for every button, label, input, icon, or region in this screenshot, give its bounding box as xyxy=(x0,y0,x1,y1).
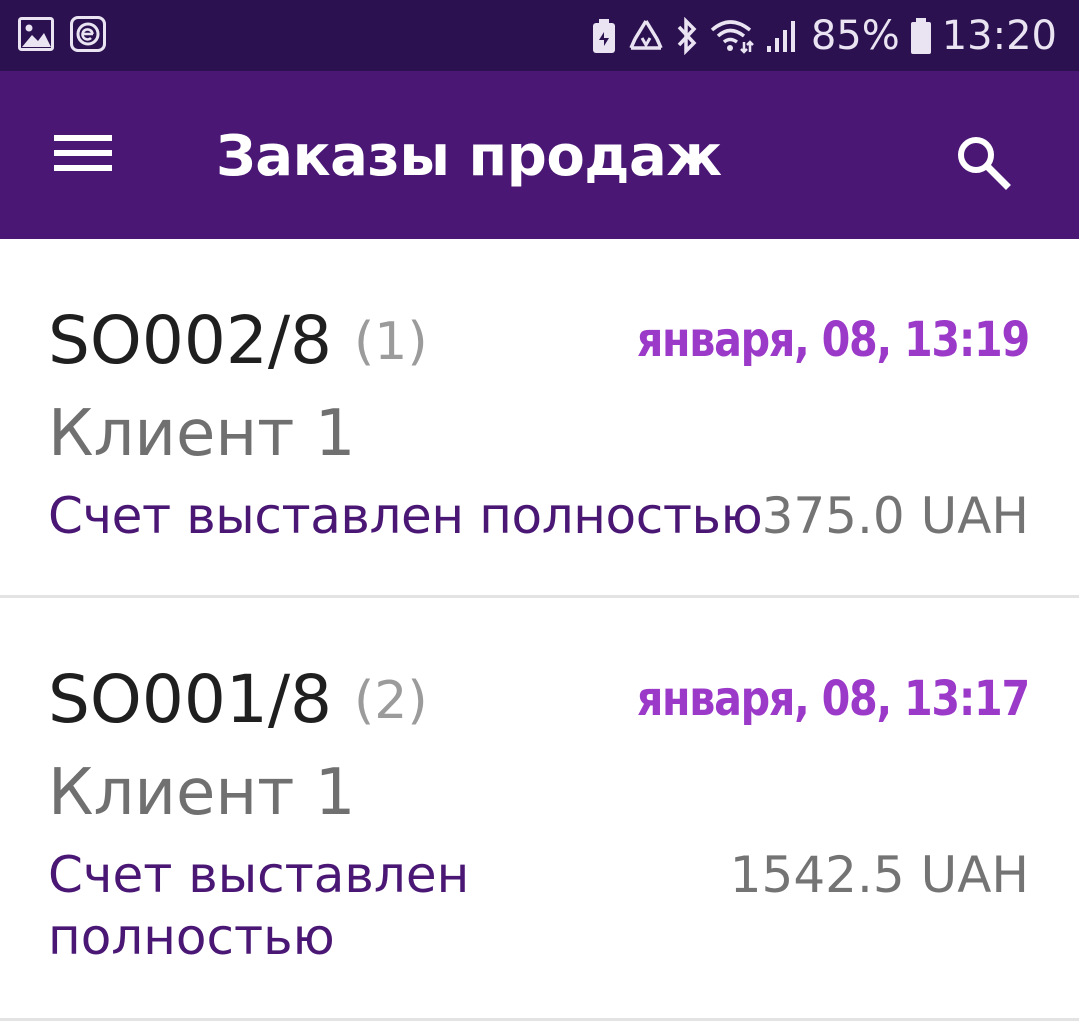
battery-icon xyxy=(910,17,932,55)
status-right-icons: 85% 13:20 xyxy=(591,12,1057,60)
status-bar: 85% 13:20 xyxy=(0,0,1079,71)
app-bar: Заказы продаж xyxy=(0,71,1079,239)
menu-button[interactable] xyxy=(54,133,112,173)
order-number: SO001/8 xyxy=(48,661,333,738)
order-status: Счет выставлен полностью xyxy=(48,487,763,545)
order-client: Клиент 1 xyxy=(48,756,356,830)
order-client: Клиент 1 xyxy=(48,397,356,471)
search-icon xyxy=(958,137,1011,190)
search-button[interactable] xyxy=(952,131,1012,191)
menu-icon-bar xyxy=(54,165,112,171)
page-title: Заказы продаж xyxy=(216,124,722,189)
order-line-count: (2) xyxy=(354,671,428,731)
order-date: января, 08, 13:17 xyxy=(636,671,1030,727)
image-icon xyxy=(18,17,54,51)
wifi-icon xyxy=(709,18,755,54)
bluetooth-icon xyxy=(675,17,699,55)
order-item[interactable]: SO001/8 (2) января, 08, 13:17 Клиент 1 С… xyxy=(0,598,1079,1021)
status-left-icons xyxy=(18,16,106,52)
clock: 13:20 xyxy=(941,13,1057,59)
signal-icon xyxy=(765,18,801,54)
orders-list: SO002/8 (1) января, 08, 13:19 Клиент 1 С… xyxy=(0,239,1079,1021)
recycle-icon xyxy=(627,18,665,54)
battery-saver-icon xyxy=(591,18,617,54)
order-line-count: (1) xyxy=(354,312,428,372)
order-item[interactable]: SO002/8 (1) января, 08, 13:19 Клиент 1 С… xyxy=(0,239,1079,598)
order-amount: 375.0 UAH xyxy=(761,487,1029,545)
order-status: Счет выставлен полностью xyxy=(48,846,470,966)
e-badge-icon xyxy=(70,16,106,52)
menu-icon-bar xyxy=(54,150,112,156)
menu-icon xyxy=(54,135,112,141)
order-number: SO002/8 xyxy=(48,302,333,379)
battery-percent: 85% xyxy=(810,13,900,59)
order-date: января, 08, 13:19 xyxy=(636,312,1030,368)
order-amount: 1542.5 UAH xyxy=(729,846,1029,904)
